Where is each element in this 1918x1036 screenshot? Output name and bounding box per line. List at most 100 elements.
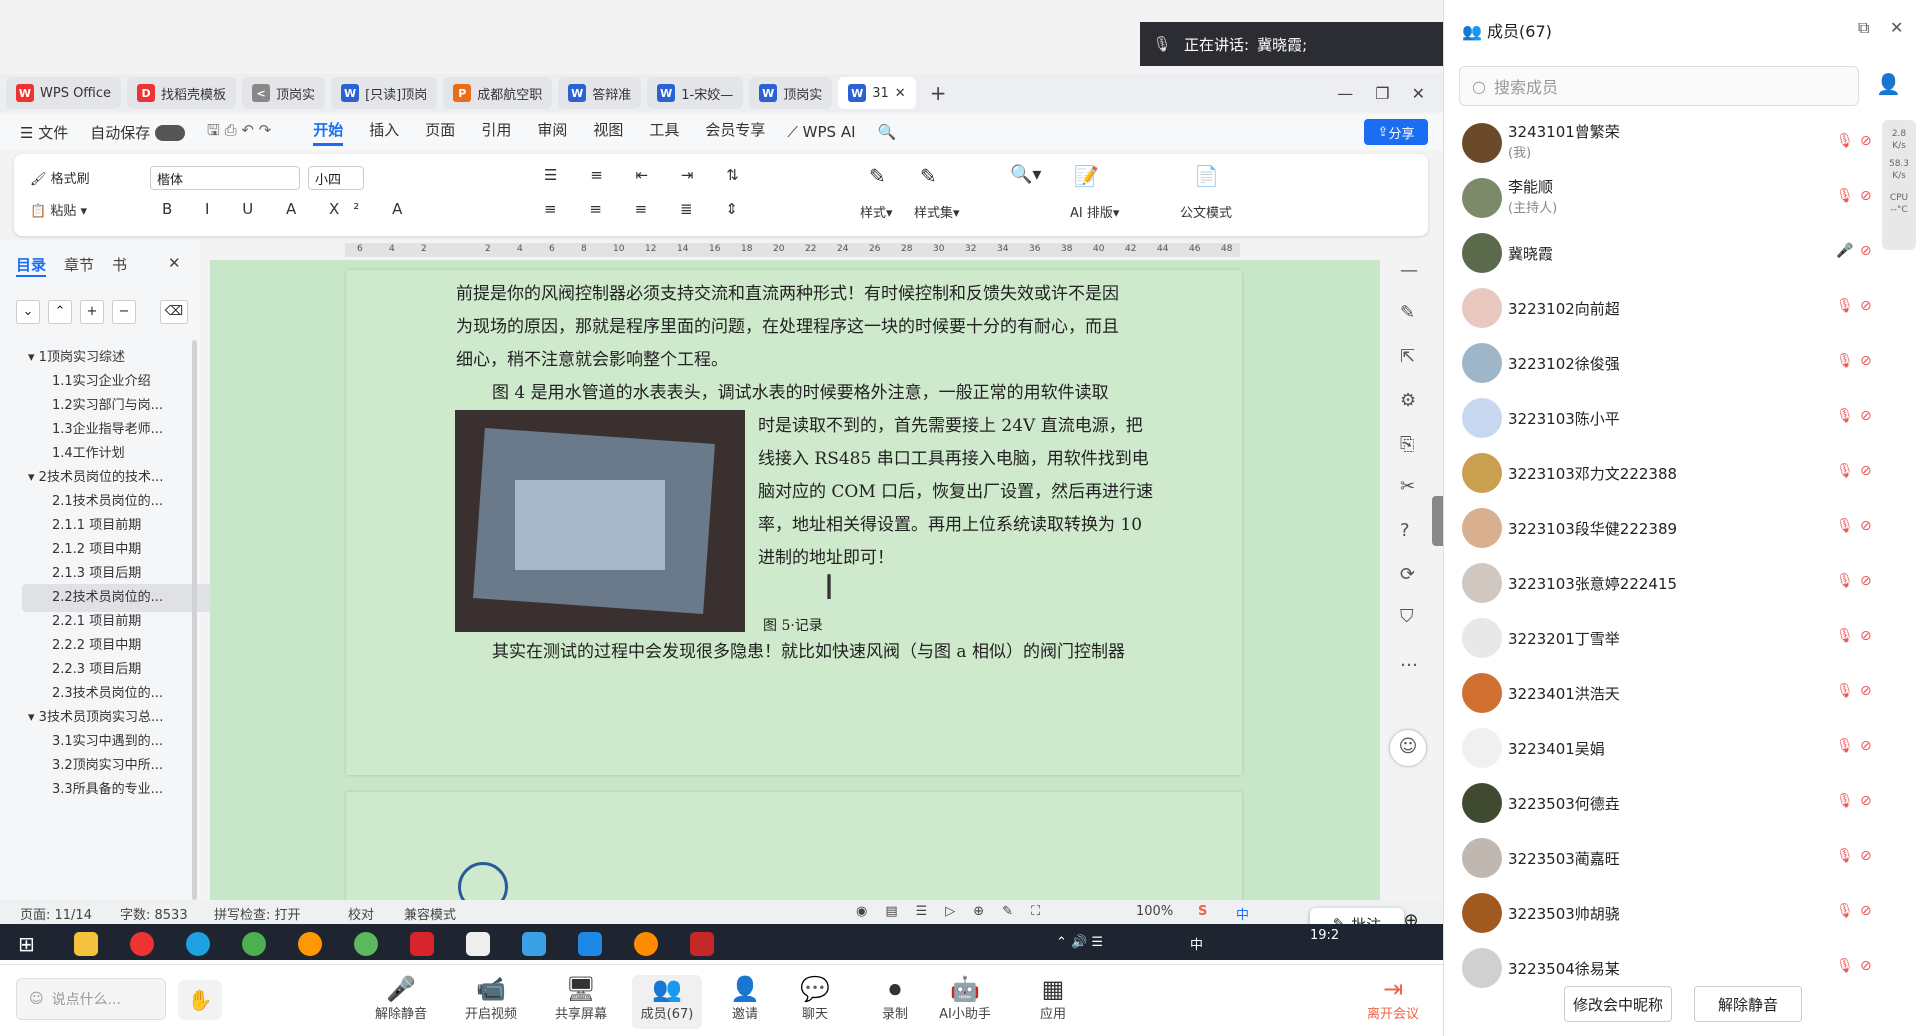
camera-off-icon[interactable]: ⊘ [1860,298,1872,314]
mic-muted-icon[interactable]: 🎙 [1836,738,1854,754]
tools-icon[interactable]: ✂ [1400,476,1415,497]
search-app-icon[interactable] [634,932,658,956]
member-row[interactable]: 3223503何德垚 🎙 ⊘ [1444,776,1874,831]
camera-off-icon[interactable]: ⊘ [1860,848,1872,864]
chat-input[interactable]: ☺ 说点什么... [16,978,166,1020]
collapse-icon[interactable]: ⌃ [48,300,72,324]
font-format-buttons[interactable]: B I U A X² A [162,200,416,218]
toolbar-button[interactable]: 💬 聊天 [780,975,850,1022]
tray-ime[interactable]: 中 [1190,934,1203,953]
minimize-icon[interactable]: — [1337,84,1353,103]
style-set-icon[interactable]: ✎ [920,164,937,188]
camera-off-icon[interactable]: ⊘ [1860,573,1872,589]
mic-muted-icon[interactable]: 🎙 [1836,573,1854,589]
camera-off-icon[interactable]: ⊘ [1860,903,1872,919]
status-words[interactable]: 字数: 8533 [120,904,188,923]
menu-tab[interactable]: 页面 [425,119,455,146]
browser-icon[interactable] [242,932,266,956]
doc-tab[interactable]: W 1-宋姣— [647,77,744,109]
mic-muted-icon[interactable]: 🎙 [1836,628,1854,644]
toolbar-button[interactable]: ⏺ 录制 [860,975,930,1022]
toc-item[interactable]: 3.3所具备的专业... [22,776,212,804]
official-mode-button[interactable]: 公文模式 [1180,202,1232,221]
shirt-icon[interactable]: ⛉ [1400,606,1414,627]
clear-format-icon[interactable]: ⌫ [160,300,188,324]
ie-icon[interactable] [354,932,378,956]
menu-tab[interactable]: 插入 [369,119,399,146]
camera-off-icon[interactable]: ⊘ [1860,408,1872,424]
refresh-icon[interactable]: ⟳ [1400,564,1415,585]
mic-muted-icon[interactable]: 🎙 [1836,188,1854,204]
tray-icons[interactable]: ⌃ 🔊 ☰ [1056,935,1103,950]
close-nav-icon[interactable]: ✕ [168,254,181,272]
doc-tab[interactable]: P 成都航空职 [443,77,553,109]
more-icon[interactable]: … [1400,650,1418,671]
add-member-icon[interactable]: 👤 [1876,72,1901,96]
toolbar-button[interactable]: 👤 邀请 [710,975,780,1022]
add-heading-icon[interactable]: + [80,300,104,324]
toolbar-button[interactable]: 📹 开启视频 [456,975,526,1022]
document-page-next[interactable] [346,792,1242,912]
member-row[interactable]: 3223503蔺嘉旺 🎙 ⊘ [1444,831,1874,886]
member-row[interactable]: 3223102向前超 🎙 ⊘ [1444,281,1874,336]
panda-icon[interactable] [466,932,490,956]
toolbar-button[interactable]: 🤖 AI小助手 [930,975,1000,1022]
help-icon[interactable]: ? [1400,520,1410,541]
member-row[interactable]: 3223401吴娟 🎙 ⊘ [1444,721,1874,776]
mic-muted-icon[interactable]: 🎙 [1836,793,1854,809]
member-row[interactable]: 3223103陈小平 🎙 ⊘ [1444,391,1874,446]
camera-off-icon[interactable]: ⊘ [1860,518,1872,534]
document-photo[interactable] [455,410,745,632]
raise-hand-icon[interactable]: ✋ [178,980,222,1020]
doc-tab[interactable]: W 31 ✕ [838,77,916,109]
ime-mode[interactable]: 中 [1236,904,1249,923]
camera-off-icon[interactable]: ⊘ [1860,793,1872,809]
mic-muted-icon[interactable]: 🎙 [1836,683,1854,699]
wps-ai-menu[interactable]: ⟋ WPS AI [787,123,855,141]
doc-tab[interactable]: W 顶岗实 [749,77,833,109]
wps-taskbar-icon[interactable] [410,932,434,956]
menu-tab[interactable]: 视图 [593,119,623,146]
menu-tab[interactable]: 开始 [313,119,344,146]
leave-meeting-button[interactable]: ⇥ 离开会议 [1358,975,1428,1022]
member-row[interactable]: 3223102徐俊强 🎙 ⊘ [1444,336,1874,391]
collapse-handle[interactable] [1432,496,1443,546]
explorer-icon[interactable] [74,932,98,956]
mic-muted-icon[interactable]: 🎙 [1836,848,1854,864]
mic-muted-icon[interactable]: 🎙 [1836,353,1854,369]
rename-button[interactable]: 修改会中昵称 [1564,986,1672,1022]
official-mode-icon[interactable]: 📄 [1194,164,1219,188]
view-mode-icons[interactable]: ◉▤☰▷⊕✎⛶ [856,904,1058,919]
restore-icon[interactable]: ❐ [1375,84,1389,103]
menu-tab[interactable]: 审阅 [537,119,567,146]
mic-muted-icon[interactable]: 🎙 [1836,408,1854,424]
nav-tab[interactable]: 章节 [64,254,94,277]
camera-off-icon[interactable]: ⊘ [1860,353,1872,369]
camera-off-icon[interactable]: ⊘ [1860,243,1872,259]
mic-muted-icon[interactable]: 🎙 [1836,133,1854,149]
select-icon[interactable]: ⇱ [1400,346,1415,367]
paragraph-buttons[interactable]: ☰ ≡ ⇤ ⇥ ⇅ [544,166,753,184]
status-page[interactable]: 页面: 11/14 [20,904,92,923]
edge-icon[interactable] [186,932,210,956]
unmute-all-button[interactable]: 解除静音 [1694,986,1802,1022]
avatar-float-icon[interactable]: ☺ [1390,730,1426,766]
member-row[interactable]: 3243101曾繁荣 (我) 🎙 ⊘ [1444,116,1874,171]
share-button[interactable]: ⇪ 分享 [1364,119,1428,145]
camera-off-icon[interactable]: ⊘ [1860,738,1872,754]
mic-muted-icon[interactable]: 🎙 [1836,463,1854,479]
nav-scrollbar[interactable] [192,340,197,900]
nav-tab[interactable]: 目录 [16,254,47,277]
member-row[interactable]: 3223103张意婷222415 🎙 ⊘ [1444,556,1874,611]
toolbar-button[interactable]: 🖥 共享屏幕 [546,975,616,1022]
zoom-level[interactable]: 100% [1136,904,1173,919]
browser2-icon[interactable] [298,932,322,956]
menu-tab[interactable]: 引用 [481,119,511,146]
member-row[interactable]: 冀晓霞 🎤 ⊘ [1444,226,1874,281]
font-family-select[interactable]: 楷体 [150,166,300,190]
style-button[interactable]: 样式▾ [860,202,893,221]
doc-tab[interactable]: W [只读]顶岗 [331,77,438,109]
archive-icon[interactable] [690,932,714,956]
member-row[interactable]: 3223503帅胡骁 🎙 ⊘ [1444,886,1874,941]
format-painter-button[interactable]: 🖌 格式刷 [30,168,90,187]
